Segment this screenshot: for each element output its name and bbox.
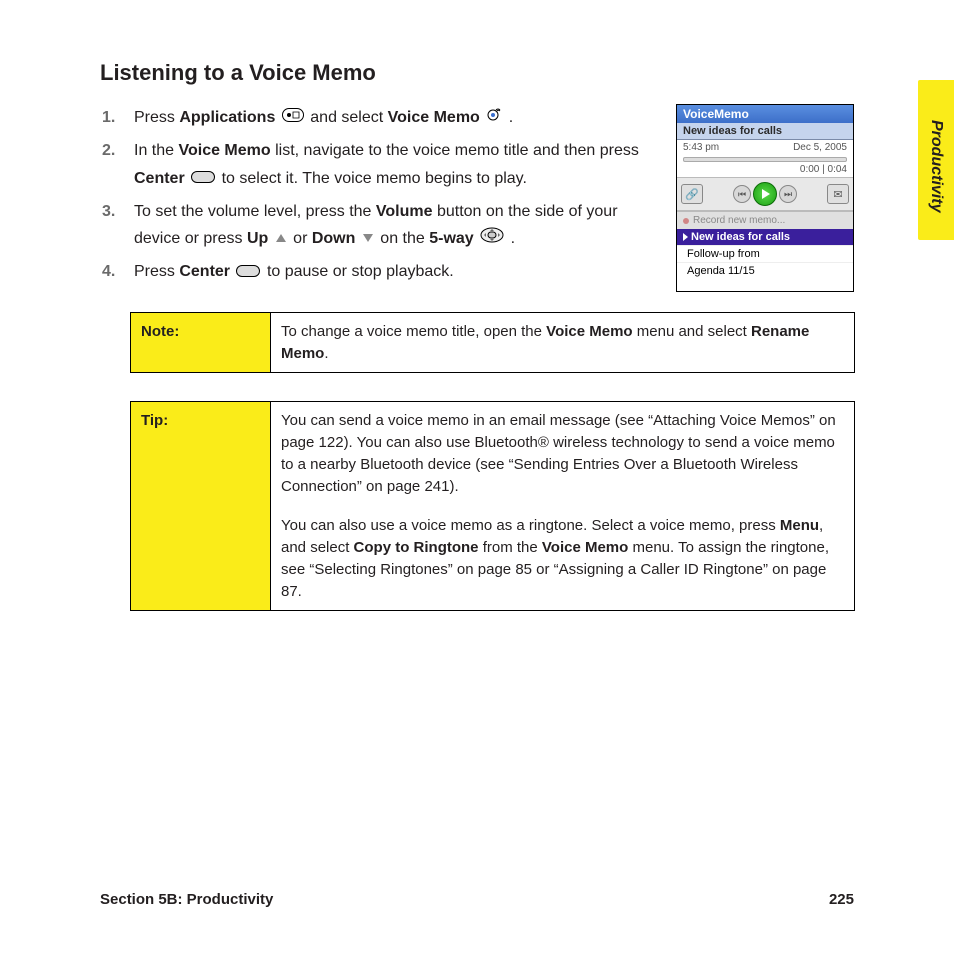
- text: to pause or stop playback.: [267, 263, 454, 280]
- text: .: [504, 109, 513, 126]
- tip-paragraph-1: You can send a voice memo in an email me…: [281, 410, 844, 497]
- text: .: [506, 230, 515, 247]
- down-arrow-icon: [362, 225, 374, 252]
- center-button-icon: [236, 259, 260, 286]
- text: on the: [380, 230, 429, 247]
- prev-icon[interactable]: ⏮: [733, 185, 751, 203]
- text: You can also use a voice memo as a ringt…: [281, 517, 780, 534]
- note-body: To change a voice memo title, open the V…: [271, 312, 855, 373]
- footer-section: Section 5B: Productivity: [100, 891, 273, 908]
- text: list, navigate to the voice memo title a…: [271, 142, 639, 159]
- bold: Voice Memo: [178, 142, 270, 159]
- bold: Applications: [179, 109, 275, 126]
- tip-label: Tip:: [131, 402, 271, 611]
- step-1: Press Applications and select Voice Memo…: [130, 104, 658, 131]
- note-callout: Note: To change a voice memo title, open…: [130, 312, 855, 374]
- bold: Up: [247, 230, 268, 247]
- record-dot-icon: [683, 218, 689, 224]
- text: and select: [310, 109, 387, 126]
- bold: Voice Memo: [388, 109, 480, 126]
- bold: Center: [134, 170, 185, 187]
- ss-duration: 0:04: [828, 164, 847, 175]
- text: from the: [479, 539, 542, 556]
- bold: Copy to Ringtone: [354, 539, 479, 556]
- ss-list-selected[interactable]: New ideas for calls: [677, 229, 853, 245]
- ss-list-item[interactable]: Agenda 11/15: [677, 262, 853, 279]
- steps-list: Press Applications and select Voice Memo…: [100, 104, 658, 286]
- text: To change a voice memo title, open the: [281, 323, 546, 340]
- text: menu and select: [633, 323, 751, 340]
- content-area: Press Applications and select Voice Memo…: [100, 104, 854, 292]
- applications-icon: [282, 104, 304, 131]
- mail-icon[interactable]: ✉: [827, 184, 849, 204]
- text: Press: [134, 263, 179, 280]
- bold: Volume: [376, 203, 433, 220]
- bold: Voice Memo: [542, 539, 628, 556]
- voice-memo-icon: [486, 104, 502, 131]
- next-icon[interactable]: ⏭: [779, 185, 797, 203]
- ss-current-memo: New ideas for calls: [677, 123, 853, 140]
- tip-paragraph-2: You can also use a voice memo as a ringt…: [281, 515, 844, 602]
- ss-time: 5:43 pm: [683, 142, 719, 153]
- center-button-icon: [191, 165, 215, 192]
- step-4: Press Center to pause or stop playback.: [130, 258, 658, 285]
- text: Press: [134, 109, 179, 126]
- tip-body: You can send a voice memo in an email me…: [271, 402, 855, 611]
- play-icon[interactable]: [753, 182, 777, 206]
- ss-record-new[interactable]: Record new memo...: [677, 211, 853, 229]
- side-tab-productivity: Productivity: [918, 80, 954, 240]
- ss-transport: ⏮ ⏭: [733, 182, 797, 206]
- ss-date: Dec 5, 2005: [793, 142, 847, 153]
- ss-progress-bar[interactable]: [683, 157, 847, 162]
- bold: 5-way: [429, 230, 473, 247]
- text: to select it. The voice memo begins to p…: [222, 170, 527, 187]
- text: To set the volume level, press the: [134, 203, 376, 220]
- five-way-icon: [480, 225, 504, 252]
- up-arrow-icon: [275, 225, 287, 252]
- bold: Down: [312, 230, 356, 247]
- step-2: In the Voice Memo list, navigate to the …: [130, 137, 658, 192]
- page-title: Listening to a Voice Memo: [100, 60, 854, 86]
- text: .: [324, 345, 328, 362]
- attach-icon[interactable]: 🔗: [681, 184, 703, 204]
- text: or: [293, 230, 312, 247]
- ss-record-label: Record new memo...: [693, 215, 785, 226]
- text: In the: [134, 142, 178, 159]
- note-label: Note:: [131, 312, 271, 373]
- ss-info-row: 5:43 pm Dec 5, 2005: [677, 140, 853, 155]
- step-3: To set the volume level, press the Volum…: [130, 198, 658, 253]
- ss-controls: 🔗 ⏮ ⏭ ✉: [677, 177, 853, 211]
- steps-column: Press Applications and select Voice Memo…: [100, 104, 658, 292]
- bold: Menu: [780, 517, 819, 534]
- tip-callout: Tip: You can send a voice memo in an ema…: [130, 401, 855, 611]
- footer-page-number: 225: [829, 891, 854, 908]
- ss-app-title: VoiceMemo: [677, 105, 853, 123]
- voicememo-screenshot: VoiceMemo New ideas for calls 5:43 pm De…: [676, 104, 854, 292]
- page-footer: Section 5B: Productivity 225: [100, 891, 854, 908]
- ss-list-item[interactable]: Follow-up from: [677, 245, 853, 262]
- bold: Center: [179, 263, 230, 280]
- bold: Voice Memo: [546, 323, 632, 340]
- ss-position: 0:00: [800, 164, 819, 175]
- ss-time-row: 0:00 | 0:04: [677, 164, 853, 177]
